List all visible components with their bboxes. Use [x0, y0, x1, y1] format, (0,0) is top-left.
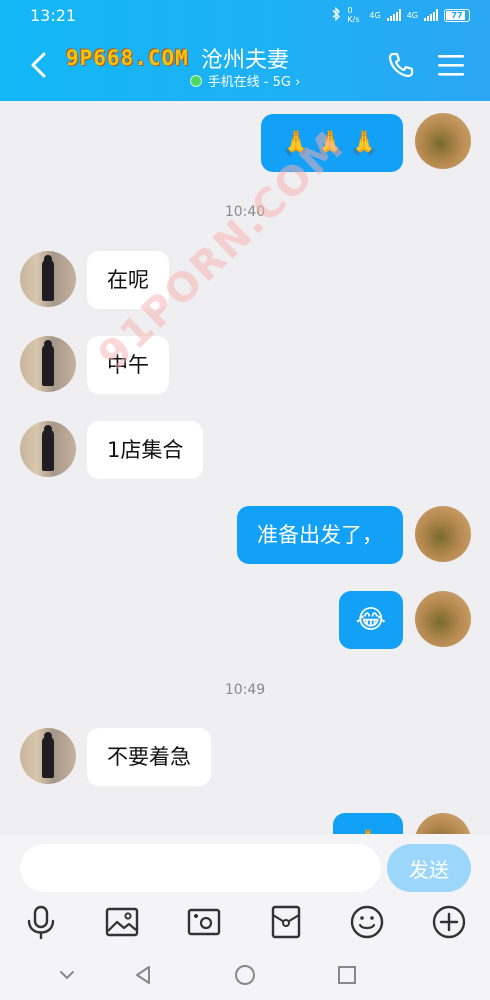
system-navigation-bar	[0, 948, 490, 1000]
home-icon	[235, 965, 255, 985]
phone-icon	[388, 52, 414, 78]
emoji-button[interactable]	[349, 904, 385, 940]
voice-button[interactable]	[23, 904, 59, 940]
my-avatar[interactable]	[415, 591, 471, 647]
mic-icon	[27, 905, 55, 940]
timestamp: 10:40	[224, 204, 266, 220]
call-button[interactable]	[386, 50, 416, 80]
message-bubble-outgoing[interactable]: 😂	[338, 591, 403, 649]
battery-icon: 77	[444, 8, 470, 22]
status-icons: 0 K/s 4G 4G 77	[331, 6, 470, 24]
red-packet-button[interactable]	[268, 904, 304, 940]
online-dot-icon	[189, 75, 202, 87]
hamburger-icon	[438, 55, 464, 76]
input-toolbar	[0, 900, 490, 944]
message-bubble-incoming[interactable]: 在呢	[87, 251, 169, 309]
chevron-right-icon: ›	[290, 75, 301, 90]
image-icon	[105, 907, 139, 937]
network-speed: 0 K/s	[347, 6, 360, 24]
online-status[interactable]: 手机在线 - 5G ›	[0, 71, 490, 90]
battery-level: 77	[451, 10, 463, 20]
contact-avatar[interactable]	[20, 421, 76, 477]
message-list[interactable]: 🙏🙏🙏 10:40 在呢 中午 1店集合 准备出发了， 😂 10:49 不要着急…	[0, 101, 490, 834]
status-bar: 13:21 0 K/s 4G 4G 77	[0, 0, 490, 30]
watermark-logo: 9P668.COM	[66, 46, 189, 70]
network-type-1: 4G	[369, 10, 381, 20]
timestamp: 10:49	[224, 682, 266, 698]
red-packet-icon	[271, 905, 301, 939]
menu-button[interactable]	[436, 52, 466, 78]
nav-back-button[interactable]	[131, 962, 157, 988]
nav-home-button[interactable]	[232, 962, 258, 988]
contact-avatar[interactable]	[20, 728, 76, 784]
message-bubble-incoming[interactable]: 不要着急	[87, 728, 211, 786]
nav-recents-button[interactable]	[334, 962, 360, 988]
down-icon	[60, 971, 74, 980]
online-status-text: 手机在线 - 5G	[207, 75, 291, 90]
camera-icon	[187, 908, 221, 936]
more-button[interactable]	[431, 904, 467, 940]
camera-button[interactable]	[186, 904, 222, 940]
message-bubble-outgoing[interactable]: 🙏	[333, 813, 403, 834]
contact-avatar[interactable]	[20, 251, 76, 307]
emoji-icon	[350, 905, 384, 939]
message-bubble-incoming[interactable]: 中午	[87, 336, 169, 394]
contact-avatar[interactable]	[20, 336, 76, 392]
nav-hide-keyboard-button[interactable]	[54, 962, 80, 988]
plus-icon	[432, 905, 466, 939]
my-avatar[interactable]	[415, 506, 471, 562]
signal-icon-2	[424, 9, 438, 21]
chat-header: 13:21 0 K/s 4G 4G 77 沧州夫妻 手机在线 - 5G › 9P…	[0, 0, 490, 101]
message-bubble-outgoing[interactable]: 准备出发了，	[237, 506, 403, 564]
my-avatar[interactable]	[415, 113, 471, 169]
input-area: 发送	[0, 834, 490, 948]
send-button[interactable]: 发送	[387, 844, 471, 892]
bluetooth-icon	[331, 6, 341, 24]
photo-button[interactable]	[104, 904, 140, 940]
status-time: 13:21	[30, 6, 77, 25]
back-icon	[136, 966, 150, 984]
network-type-2: 4G	[406, 10, 418, 20]
my-avatar[interactable]	[415, 813, 471, 834]
recents-icon	[338, 966, 356, 984]
signal-icon-1	[386, 9, 401, 21]
message-bubble-outgoing[interactable]: 🙏🙏🙏	[261, 114, 403, 172]
message-input[interactable]	[20, 844, 381, 892]
message-bubble-incoming[interactable]: 1店集合	[87, 421, 204, 479]
